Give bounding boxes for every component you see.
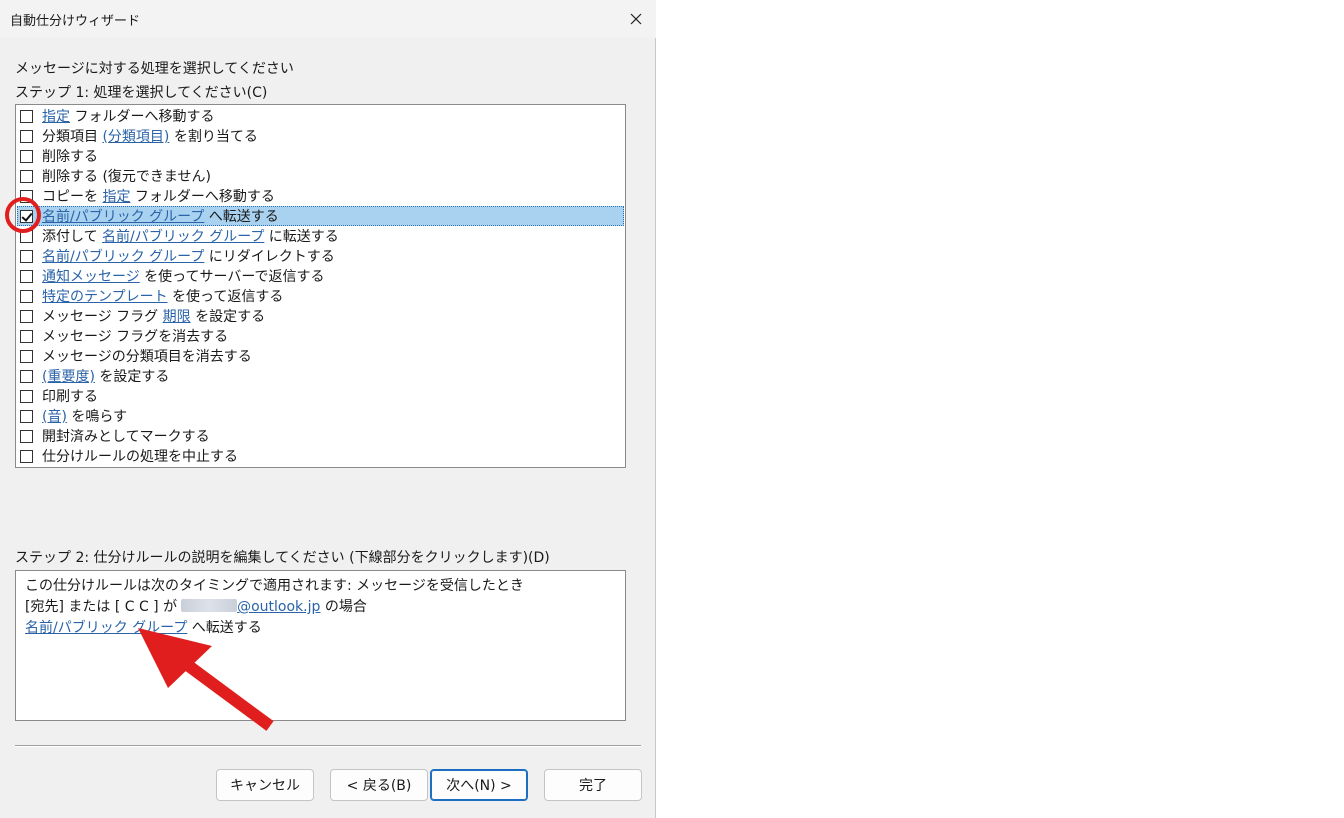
action-checkbox[interactable]: [20, 269, 33, 283]
close-button[interactable]: [618, 2, 654, 36]
finish-button[interactable]: 完了: [544, 769, 642, 801]
action-item[interactable]: 印刷する: [17, 386, 624, 406]
window-title: 自動仕分けウィザード: [10, 14, 141, 29]
action-link[interactable]: (音): [42, 406, 67, 426]
action-item[interactable]: 分類項目 (分類項目) を割り当てる: [17, 126, 624, 146]
action-text: 削除する (復元できません): [42, 169, 211, 185]
action-item[interactable]: 通知メッセージ を使ってサーバーで返信する: [17, 266, 624, 286]
step2-label: ステップ 2: 仕分けルールの説明を編集してください (下線部分をクリックします…: [15, 550, 550, 566]
action-item[interactable]: コピーを 指定 フォルダーへ移動する: [17, 186, 624, 206]
annotation-arrow-icon: [138, 628, 274, 731]
description-condition-suffix: の場合: [320, 599, 367, 615]
description-line-1: この仕分けルールは次のタイミングで適用されます: メッセージを受信したとき: [25, 578, 524, 594]
action-list[interactable]: 指定 フォルダーへ移動する 分類項目 (分類項目) を割り当てる 削除する 削除する …: [15, 104, 626, 468]
action-checkbox[interactable]: [20, 169, 33, 183]
action-checkbox[interactable]: [20, 309, 33, 323]
action-item[interactable]: メッセージの分類項目を消去する: [17, 346, 624, 366]
action-link[interactable]: 特定のテンプレート: [42, 286, 168, 306]
action-checkbox[interactable]: [20, 109, 33, 123]
action-text: メッセージの分類項目を消去する: [42, 349, 252, 365]
action-item[interactable]: 名前/パブリック グループ へ転送する: [17, 206, 624, 226]
action-checkbox[interactable]: [20, 289, 33, 303]
action-checkbox[interactable]: [20, 449, 33, 463]
action-item[interactable]: 指定 フォルダーへ移動する: [17, 106, 624, 126]
action-text-suffix: に転送する: [264, 229, 339, 245]
action-link[interactable]: 指定: [102, 186, 130, 206]
action-text: 分類項目: [42, 129, 103, 145]
annotation-circle: [5, 197, 41, 233]
step1-label: ステップ 1: 処理を選択してください(C): [15, 85, 268, 101]
action-item[interactable]: メッセージ フラグ 期限 を設定する: [17, 306, 624, 326]
action-link[interactable]: 指定: [42, 106, 70, 126]
action-checkbox[interactable]: [20, 149, 33, 163]
action-text-suffix: にリダイレクトする: [204, 249, 335, 265]
email-address-link[interactable]: @outlook.jp: [237, 599, 320, 615]
action-link[interactable]: (分類項目): [102, 126, 169, 146]
action-text-suffix: を使ってサーバーで返信する: [139, 269, 325, 285]
action-text: 添付して: [42, 229, 103, 245]
rule-description-box: この仕分けルールは次のタイミングで適用されます: メッセージを受信したとき [宛…: [15, 570, 626, 721]
description-recipient-condition: [宛先] または [ C C ] が: [25, 599, 178, 615]
title-bar: 自動仕分けウィザード: [0, 0, 656, 38]
action-item[interactable]: 添付して 名前/パブリック グループ に転送する: [17, 226, 624, 246]
action-item[interactable]: メッセージ フラグを消去する: [17, 326, 624, 346]
action-link[interactable]: (重要度): [42, 366, 95, 386]
prompt-label: メッセージに対する処理を選択してください: [15, 61, 294, 77]
action-text: 削除する: [42, 149, 98, 165]
back-button[interactable]: < 戻る(B): [330, 769, 428, 801]
action-text-suffix: フォルダーへ移動する: [130, 189, 275, 205]
action-link[interactable]: 名前/パブリック グループ: [42, 246, 204, 266]
description-line-2: [宛先] または [ C C ] が @outlook.jp の場合: [25, 596, 367, 616]
action-text: 印刷する: [42, 389, 98, 405]
action-text-suffix: を設定する: [94, 369, 170, 385]
action-text: メッセージ フラグを消去する: [42, 329, 229, 345]
action-item[interactable]: 仕分けルールの処理を中止する: [17, 446, 624, 466]
close-icon: [630, 13, 642, 25]
action-item[interactable]: 削除する (復元できません): [17, 166, 624, 186]
action-item[interactable]: 特定のテンプレート を使って返信する: [17, 286, 624, 306]
action-link[interactable]: 名前/パブリック グループ: [42, 206, 204, 226]
action-text: 仕分けルールの処理を中止する: [42, 449, 238, 465]
cancel-button[interactable]: キャンセル: [216, 769, 314, 801]
redacted-address: [181, 599, 238, 612]
action-checkbox[interactable]: [20, 349, 33, 363]
action-checkbox[interactable]: [20, 409, 33, 423]
rules-wizard-dialog: 自動仕分けウィザード メッセージに対する処理を選択してください ステップ 1: …: [0, 0, 656, 818]
action-text-suffix: を使って返信する: [167, 289, 284, 305]
action-item[interactable]: 名前/パブリック グループ にリダイレクトする: [17, 246, 624, 266]
action-text-suffix: を設定する: [190, 309, 266, 325]
action-text-suffix: を割り当てる: [169, 129, 258, 145]
action-checkbox[interactable]: [20, 429, 33, 443]
action-text-suffix: フォルダーへ移動する: [70, 109, 215, 125]
action-item[interactable]: 開封済みとしてマークする: [17, 426, 624, 446]
action-item[interactable]: (音) を鳴らす: [17, 406, 624, 426]
action-checkbox[interactable]: [20, 129, 33, 143]
action-link[interactable]: 通知メッセージ: [42, 266, 140, 286]
action-item[interactable]: 削除する: [17, 146, 624, 166]
action-checkbox[interactable]: [20, 389, 33, 403]
action-checkbox[interactable]: [20, 249, 33, 263]
action-link[interactable]: 名前/パブリック グループ: [102, 226, 264, 246]
action-item[interactable]: (重要度) を設定する: [17, 366, 624, 386]
action-checkbox[interactable]: [20, 329, 33, 343]
button-separator: [15, 745, 641, 747]
action-text: コピーを: [42, 189, 103, 205]
action-text-suffix: を鳴らす: [66, 409, 128, 425]
action-checkbox[interactable]: [20, 369, 33, 383]
action-text-suffix: へ転送する: [204, 209, 279, 225]
action-text: 開封済みとしてマークする: [42, 429, 210, 445]
next-button[interactable]: 次へ(N) >: [430, 769, 528, 801]
action-text: メッセージ フラグ: [42, 309, 163, 325]
action-link[interactable]: 期限: [163, 306, 191, 326]
